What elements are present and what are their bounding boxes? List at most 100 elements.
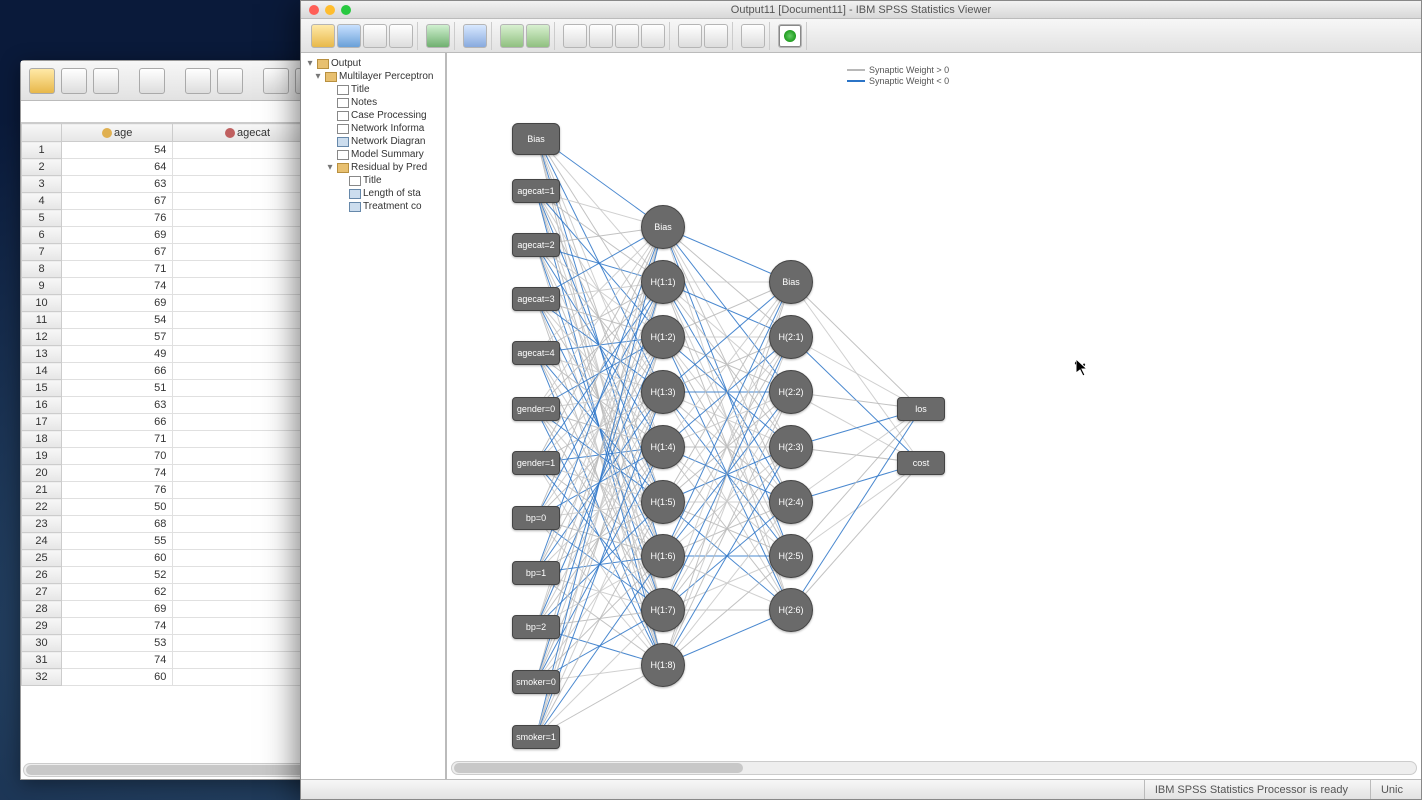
- row-header[interactable]: 32: [22, 669, 62, 686]
- cell[interactable]: 69: [62, 295, 173, 312]
- cell[interactable]: 53: [62, 635, 173, 652]
- undo-icon[interactable]: [185, 68, 211, 94]
- row-header[interactable]: 9: [22, 278, 62, 295]
- cell[interactable]: 66: [62, 363, 173, 380]
- zoom-icon[interactable]: [341, 5, 351, 15]
- row-header[interactable]: 2: [22, 159, 62, 176]
- cell[interactable]: 57: [62, 329, 173, 346]
- close-icon[interactable]: [309, 5, 319, 15]
- cell[interactable]: 49: [62, 346, 173, 363]
- cell[interactable]: 55: [62, 533, 173, 550]
- cell[interactable]: 60: [62, 550, 173, 567]
- cell[interactable]: 67: [62, 244, 173, 261]
- cell[interactable]: 74: [62, 652, 173, 669]
- row-header[interactable]: 15: [22, 380, 62, 397]
- row-header[interactable]: 3: [22, 176, 62, 193]
- row-header[interactable]: 24: [22, 533, 62, 550]
- row-header[interactable]: 30: [22, 635, 62, 652]
- cell[interactable]: 50: [62, 499, 173, 516]
- dialog-icon[interactable]: [139, 68, 165, 94]
- cell[interactable]: 63: [62, 176, 173, 193]
- row-header[interactable]: 25: [22, 550, 62, 567]
- cell[interactable]: 76: [62, 210, 173, 227]
- canvas-scrollbar[interactable]: [451, 761, 1417, 775]
- outline-item[interactable]: Notes: [301, 96, 445, 109]
- dialog-icon[interactable]: [463, 24, 487, 48]
- goto-var-icon[interactable]: [589, 24, 613, 48]
- goto-icon[interactable]: [563, 24, 587, 48]
- script-icon[interactable]: [704, 24, 728, 48]
- cell[interactable]: 52: [62, 567, 173, 584]
- outline-item[interactable]: Model Summary: [301, 148, 445, 161]
- outline-item[interactable]: Treatment co: [301, 200, 445, 213]
- row-header[interactable]: 18: [22, 431, 62, 448]
- row-header[interactable]: 10: [22, 295, 62, 312]
- row-header[interactable]: 20: [22, 465, 62, 482]
- output-viewer-window[interactable]: Output11 [Document11] - IBM SPSS Statist…: [300, 0, 1422, 800]
- row-header[interactable]: 12: [22, 329, 62, 346]
- goto-icon[interactable]: [263, 68, 289, 94]
- cell[interactable]: 64: [62, 159, 173, 176]
- titlebar[interactable]: Output11 [Document11] - IBM SPSS Statist…: [301, 1, 1421, 19]
- row-header[interactable]: 6: [22, 227, 62, 244]
- cell[interactable]: 74: [62, 278, 173, 295]
- cell[interactable]: 63: [62, 397, 173, 414]
- cell[interactable]: 68: [62, 516, 173, 533]
- cell[interactable]: 66: [62, 414, 173, 431]
- row-header[interactable]: 17: [22, 414, 62, 431]
- cell[interactable]: 71: [62, 431, 173, 448]
- outline-item[interactable]: Network Informa: [301, 122, 445, 135]
- outline-item[interactable]: ▾Residual by Pred: [301, 161, 445, 174]
- cell[interactable]: 62: [62, 584, 173, 601]
- save-icon[interactable]: [61, 68, 87, 94]
- cell[interactable]: 69: [62, 227, 173, 244]
- row-header[interactable]: 1: [22, 142, 62, 159]
- row-header[interactable]: 4: [22, 193, 62, 210]
- row-header[interactable]: 22: [22, 499, 62, 516]
- cell[interactable]: 54: [62, 142, 173, 159]
- cell[interactable]: 54: [62, 312, 173, 329]
- cell[interactable]: 70: [62, 448, 173, 465]
- redo-icon[interactable]: [526, 24, 550, 48]
- cell[interactable]: 69: [62, 601, 173, 618]
- undo-icon[interactable]: [500, 24, 524, 48]
- print-icon[interactable]: [363, 24, 387, 48]
- open-icon[interactable]: [29, 68, 55, 94]
- row-header[interactable]: 11: [22, 312, 62, 329]
- row-header[interactable]: 28: [22, 601, 62, 618]
- output-canvas[interactable]: Synaptic Weight > 0 Synaptic Weight < 0 …: [446, 53, 1421, 779]
- cell[interactable]: 74: [62, 618, 173, 635]
- row-header[interactable]: 29: [22, 618, 62, 635]
- select-icon[interactable]: [741, 24, 765, 48]
- outline-pane[interactable]: ▾Output ▾Multilayer Perceptron Title Not…: [301, 53, 446, 779]
- cell[interactable]: 60: [62, 669, 173, 686]
- designate-icon[interactable]: [778, 24, 802, 48]
- row-header[interactable]: 14: [22, 363, 62, 380]
- row-header[interactable]: 23: [22, 516, 62, 533]
- save-icon[interactable]: [337, 24, 361, 48]
- outline-item[interactable]: Network Diagran: [301, 135, 445, 148]
- outline-item[interactable]: Length of sta: [301, 187, 445, 200]
- vars-icon[interactable]: [615, 24, 639, 48]
- row-header[interactable]: 21: [22, 482, 62, 499]
- outline-item[interactable]: Case Processing: [301, 109, 445, 122]
- row-header[interactable]: 7: [22, 244, 62, 261]
- export-icon[interactable]: [426, 24, 450, 48]
- cell[interactable]: 76: [62, 482, 173, 499]
- cell[interactable]: 74: [62, 465, 173, 482]
- minimize-icon[interactable]: [325, 5, 335, 15]
- cell[interactable]: 71: [62, 261, 173, 278]
- outline-item[interactable]: Title: [301, 83, 445, 96]
- outline-root[interactable]: ▾Output: [301, 57, 445, 70]
- column-header[interactable]: age: [62, 124, 173, 142]
- insert-icon[interactable]: [641, 24, 665, 48]
- row-header[interactable]: 13: [22, 346, 62, 363]
- outline-item[interactable]: ▾Multilayer Perceptron: [301, 70, 445, 83]
- row-header[interactable]: 27: [22, 584, 62, 601]
- redo-icon[interactable]: [217, 68, 243, 94]
- row-header[interactable]: 5: [22, 210, 62, 227]
- row-header[interactable]: 31: [22, 652, 62, 669]
- cell[interactable]: 67: [62, 193, 173, 210]
- print-icon[interactable]: [93, 68, 119, 94]
- row-header[interactable]: 26: [22, 567, 62, 584]
